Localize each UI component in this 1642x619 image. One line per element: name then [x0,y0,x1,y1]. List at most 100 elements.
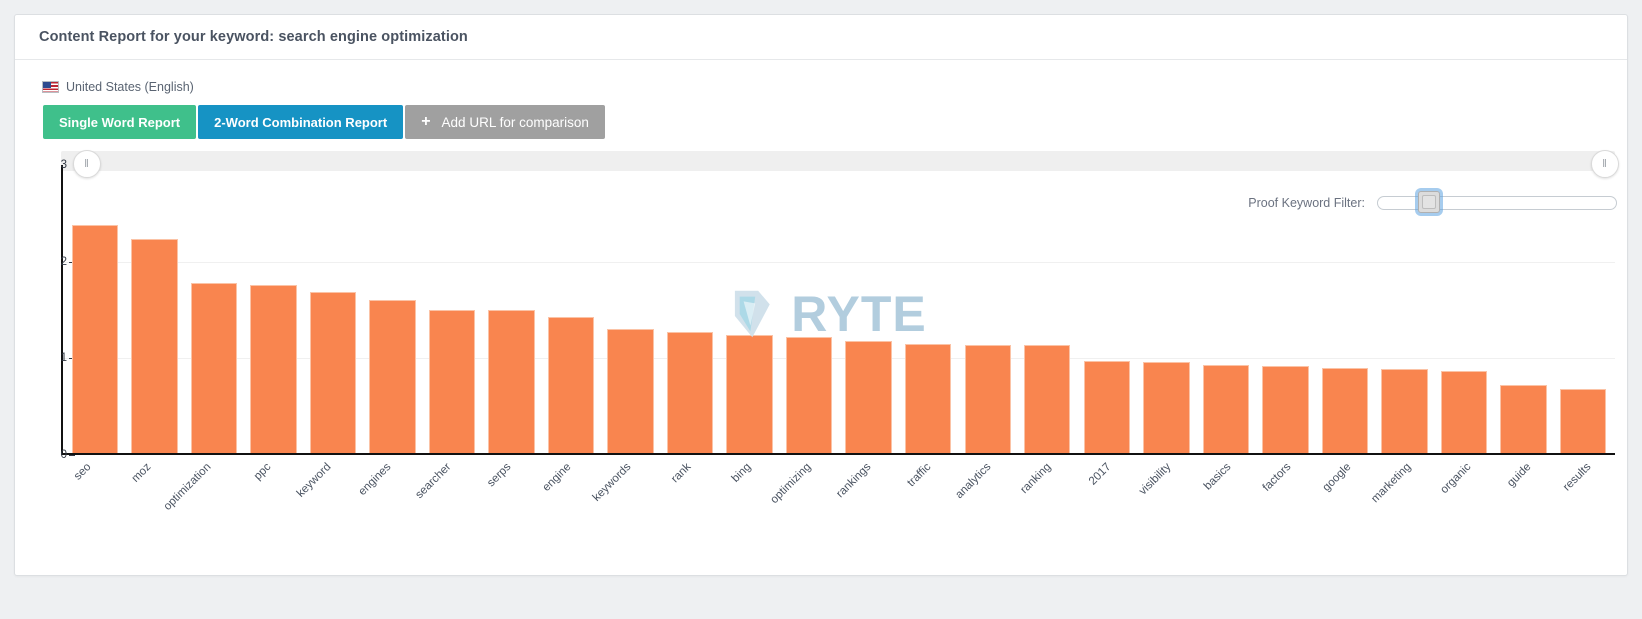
plot-region: 0123 RYTE [35,159,1615,461]
bar[interactable] [1500,384,1547,453]
x-axis-label: 2017 [1086,461,1114,488]
y-axis-tick-label: 3 [60,159,67,171]
x-axis-label: seo [71,461,94,483]
bar[interactable] [131,238,178,453]
x-axis-label: serps [485,461,514,490]
bar[interactable] [845,340,892,453]
content-report-panel: Content Report for your keyword: search … [14,14,1628,576]
bar-slot [1375,165,1435,453]
x-axis-label-slot: ppc [235,457,295,513]
y-axis-tick-label: 2 [35,256,75,268]
bar[interactable] [1559,388,1607,453]
x-axis-label-slot: rank [655,457,715,513]
x-axis-label: results [1561,461,1594,494]
x-axis-label-slot: optimizing [768,457,835,513]
x-axis-label: searcher [413,461,454,502]
x-axis-label-slot: engines [355,457,415,513]
bar[interactable] [904,343,952,453]
x-axis-label-slot: 2017 [1075,457,1135,513]
bar[interactable] [309,291,357,453]
bar-slot [898,165,958,453]
bar[interactable] [488,309,535,453]
bar-slot [1494,165,1554,453]
bar-slot [660,165,720,453]
x-axis-label: traffic [905,461,934,490]
x-axis-label-slot: searcher [413,457,475,513]
x-axis-label-slot: guide [1495,457,1555,513]
x-axis-label-slot: factors [1255,457,1315,513]
x-axis-label-slot: bing [715,457,775,513]
bar[interactable] [1024,345,1071,453]
x-axis-label-slot: google [1315,457,1375,513]
y-axis-line [61,165,63,455]
x-axis-label: bing [729,461,754,485]
x-axis-label-slot: engine [535,457,595,513]
y-axis-tick-label: 1 [35,352,75,364]
x-axis-label: ppc [251,461,274,483]
x-axis-label-slot: marketing [1369,457,1435,513]
bar[interactable] [1143,361,1190,453]
bar[interactable] [1262,365,1309,453]
bar-slot [541,165,601,453]
plus-icon: + [421,113,431,130]
bar-slot [1018,165,1078,453]
bar[interactable] [428,309,476,453]
x-axis-label: rank [669,461,694,486]
bar[interactable] [250,285,297,453]
bar[interactable] [607,329,654,453]
x-axis-label-slot: optimization [162,457,235,513]
x-axis-label-slot: organic [1435,457,1495,513]
bar-slot [720,165,780,453]
bar[interactable] [1321,367,1369,453]
bar[interactable] [785,336,833,453]
chart-area: ‖ ‖ 0123 RYTE seo moz optimization ppc k… [25,150,1619,519]
x-axis-label-slot: rankings [834,457,895,513]
add-url-for-comparison-button[interactable]: + Add URL for comparison [405,105,605,139]
bar[interactable] [1440,371,1488,453]
bar-slot [1196,165,1256,453]
x-axis-label-slot: basics [1195,457,1255,513]
panel-header: Content Report for your keyword: search … [15,15,1627,60]
bar-slot [65,165,125,453]
x-axis-label-slot: results [1555,457,1615,513]
us-flag-icon [42,81,59,93]
bar-slot [422,165,482,453]
x-axis-label-slot: keywords [591,457,655,513]
x-axis-label: engines [356,461,394,498]
page-root: Content Report for your keyword: search … [0,0,1642,619]
x-axis-label-slot: analytics [953,457,1015,513]
x-axis-label-slot: keyword [295,457,355,513]
bar[interactable] [190,283,238,453]
bar[interactable] [71,225,118,453]
bar[interactable] [1202,364,1250,453]
bar-slot [1137,165,1197,453]
bar-slot [363,165,423,453]
bar[interactable] [1381,368,1428,453]
tab-two-word-combination-report[interactable]: 2-Word Combination Report [198,105,404,139]
bar[interactable] [1083,360,1130,453]
bar[interactable] [369,300,416,453]
x-axis-label: rankings [834,461,874,501]
bar-slot [601,165,661,453]
x-axis-label-slot: visibility [1135,457,1195,513]
bar-slot [244,165,304,453]
bar-slot [1315,165,1375,453]
x-axis-label: google [1320,461,1354,494]
y-axis-tick-mark [69,455,75,456]
bar[interactable] [666,332,714,453]
tab-single-word-report[interactable]: Single Word Report [43,105,197,139]
locale-row: United States (English) [15,60,1627,94]
x-axis-label: moz [129,461,154,485]
bar-slot [184,165,244,453]
x-axis-label: guide [1505,461,1534,490]
bar[interactable] [964,345,1011,453]
add-url-label: Add URL for comparison [441,114,589,130]
bar[interactable] [726,334,773,453]
x-axis-label: basics [1201,461,1234,493]
bar[interactable] [547,316,595,453]
x-axis-label: keyword [294,461,334,500]
x-axis-label: engine [540,461,574,494]
bar-slot [303,165,363,453]
x-axis-label-slot: ranking [1015,457,1075,513]
x-axis-labels: seo moz optimization ppc keyword engines searc… [55,457,1615,513]
